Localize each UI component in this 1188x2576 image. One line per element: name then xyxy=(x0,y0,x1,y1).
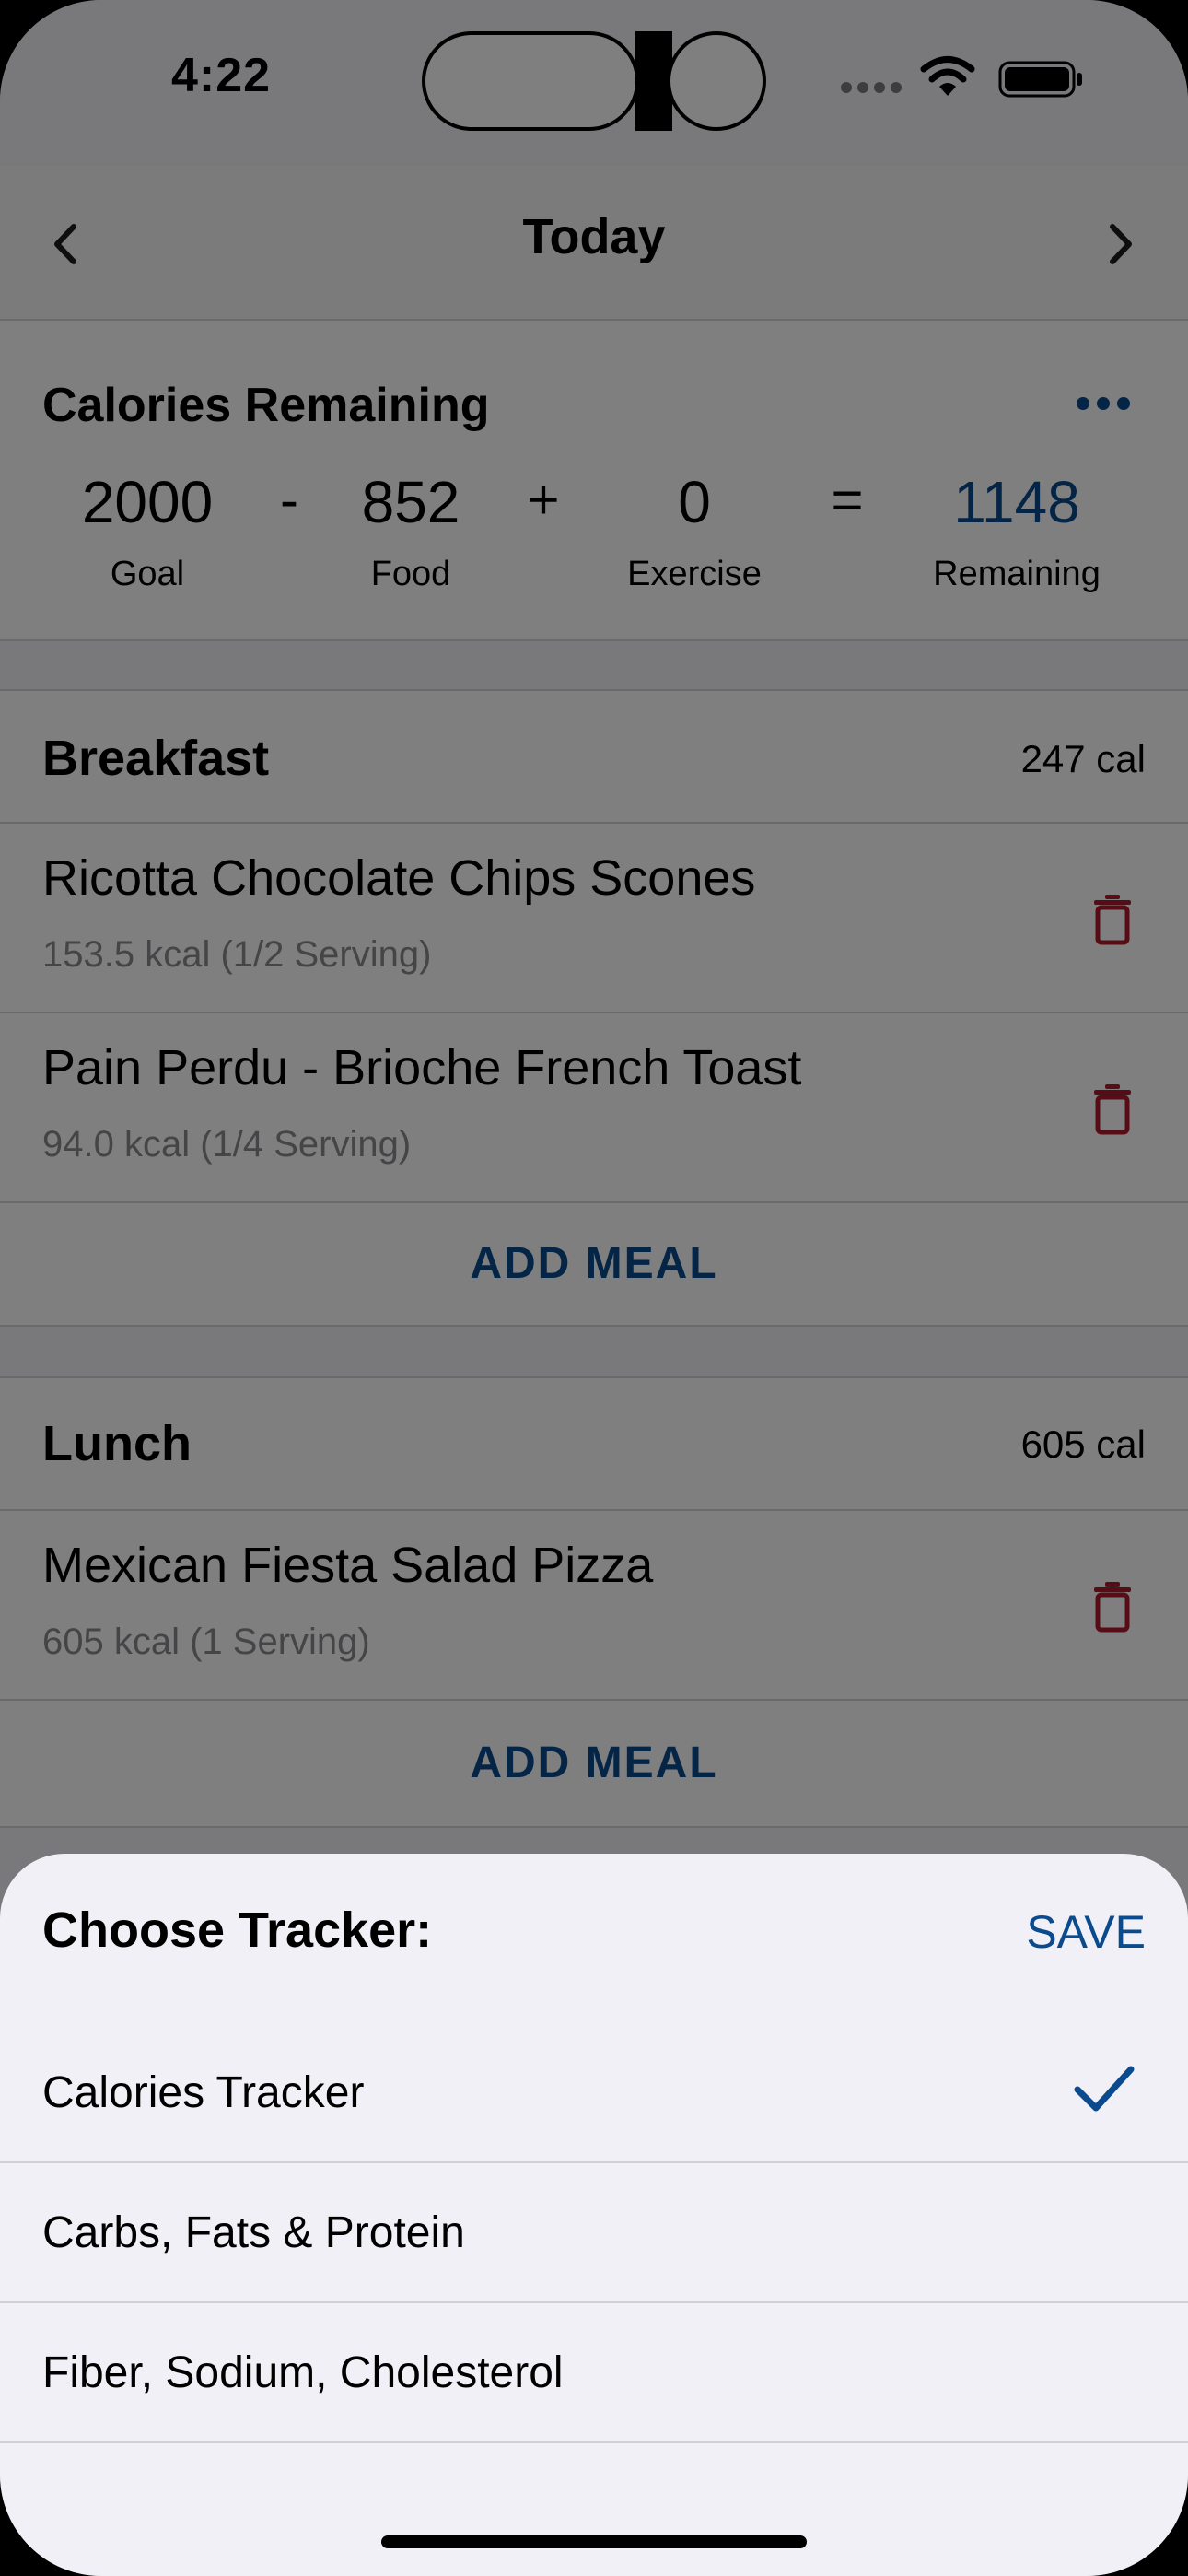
divider xyxy=(0,2161,1188,2163)
phone-screen: 4:22 Today Calories Remaining 20 xyxy=(0,0,1188,2576)
sheet-title: Choose Tracker: xyxy=(42,1903,433,1958)
home-indicator[interactable] xyxy=(381,2535,807,2548)
option-label: Carbs, Fats & Protein xyxy=(42,2208,465,2257)
divider xyxy=(0,2301,1188,2303)
option-label: Fiber, Sodium, Cholesterol xyxy=(42,2348,564,2397)
checkmark-icon xyxy=(1074,2066,1135,2112)
tracker-option-calories[interactable]: Calories Tracker xyxy=(0,2025,1188,2163)
tracker-option-fiber-sodium[interactable]: Fiber, Sodium, Cholesterol xyxy=(0,2305,1188,2443)
option-label: Calories Tracker xyxy=(42,2068,365,2117)
save-button[interactable]: SAVE xyxy=(1026,1905,1146,1959)
tracker-option-macros[interactable]: Carbs, Fats & Protein xyxy=(0,2165,1188,2303)
choose-tracker-sheet: Choose Tracker: SAVE Calories Tracker Ca… xyxy=(0,1854,1188,2576)
divider xyxy=(0,2441,1188,2443)
